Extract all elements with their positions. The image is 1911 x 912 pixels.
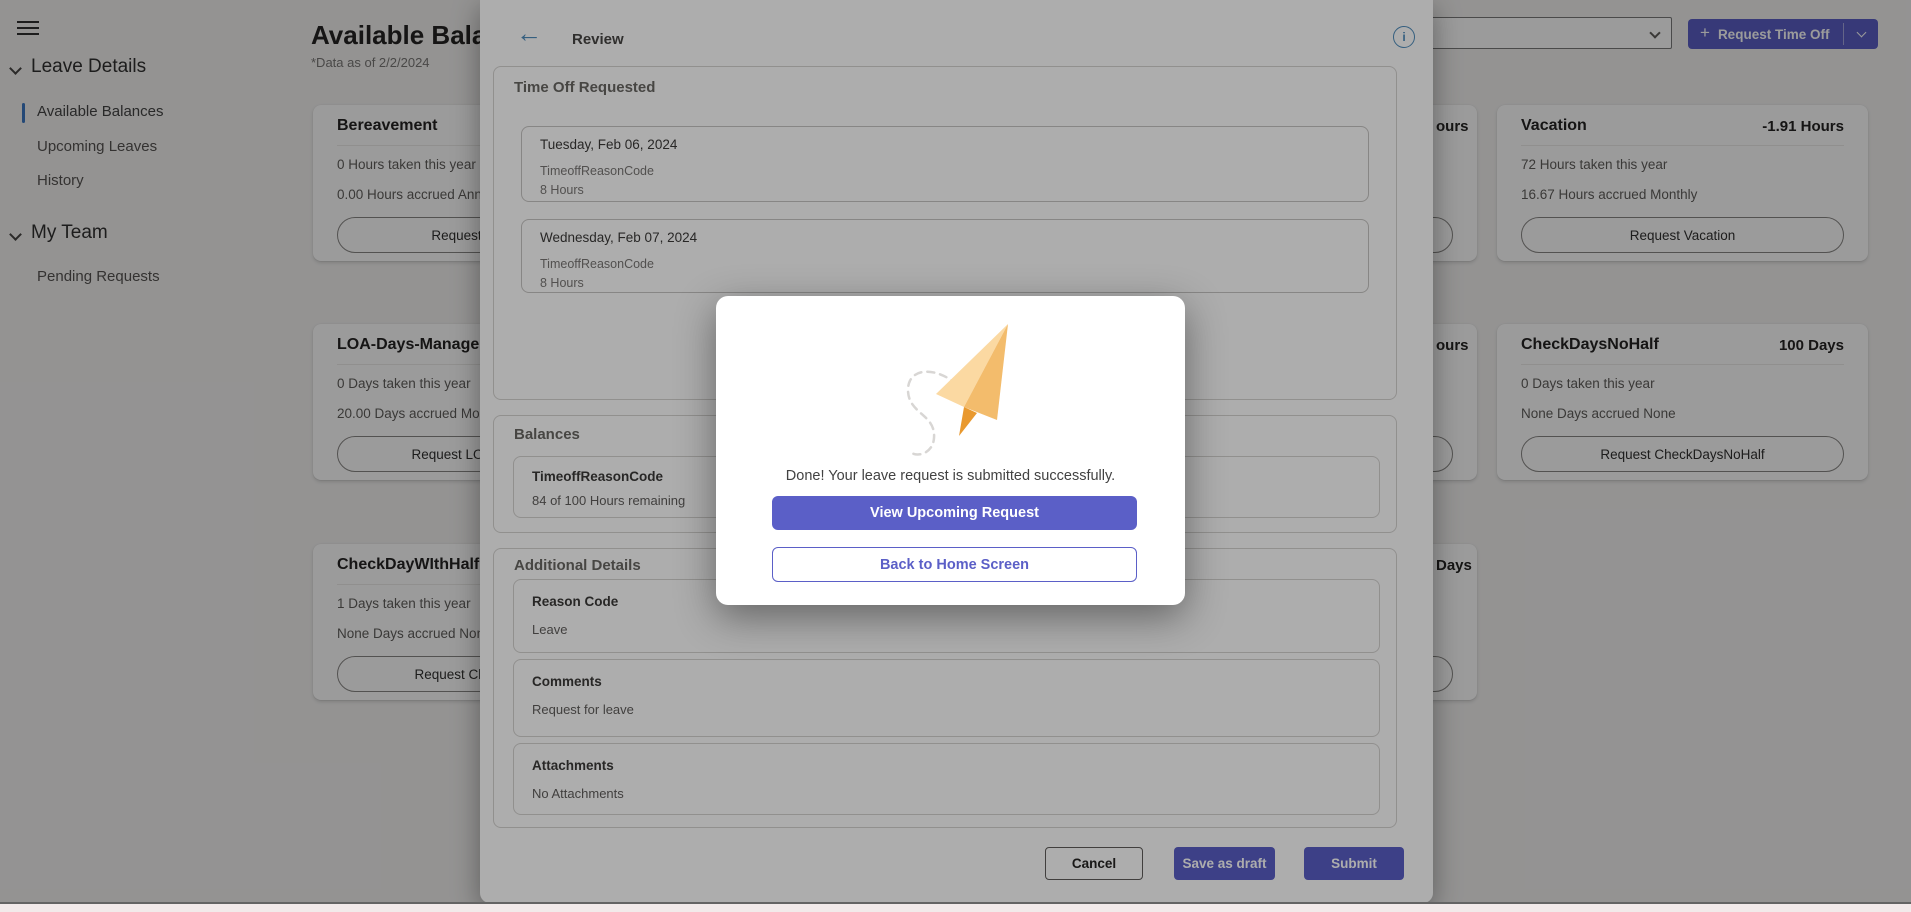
app-screen: Leave Details Available Balances Upcomin… [0, 0, 1911, 912]
paper-plane-illustration [850, 310, 1050, 460]
success-dialog: Done! Your leave request is submitted su… [716, 296, 1185, 605]
window-bottom-edge [0, 902, 1911, 912]
back-to-home-button[interactable]: Back to Home Screen [772, 547, 1137, 582]
success-message: Done! Your leave request is submitted su… [716, 468, 1185, 484]
view-upcoming-request-button[interactable]: View Upcoming Request [772, 496, 1137, 530]
